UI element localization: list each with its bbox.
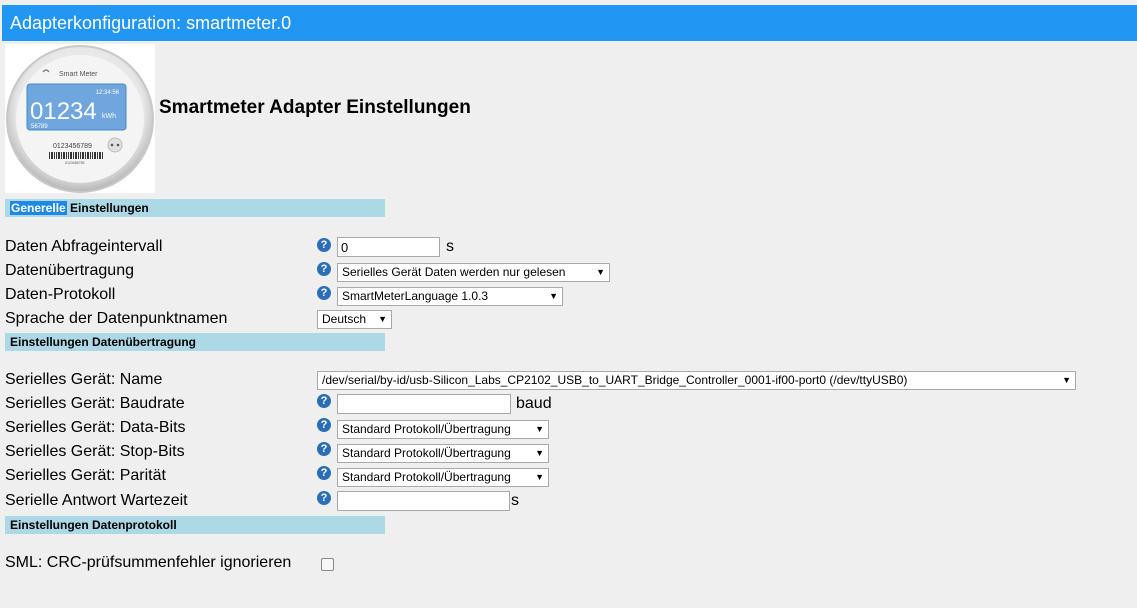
transfer-label: Datenübertragung: [5, 262, 134, 279]
interval-input[interactable]: [337, 237, 440, 257]
databits-select[interactable]: Standard Protokoll/Übertragung ▼: [337, 420, 549, 439]
section-general-rest: Einstellungen: [66, 201, 149, 215]
interval-label: Daten Abfrageintervall: [5, 238, 163, 255]
help-icon[interactable]: ?: [317, 238, 331, 252]
device-select-value: /dev/serial/by-id/usb-Silicon_Labs_CP210…: [322, 373, 908, 387]
stopbits-select-value: Standard Protokoll/Übertragung: [342, 446, 511, 460]
parity-label: Serielles Gerät: Parität: [5, 467, 166, 484]
wait-label: Serielle Antwort Wartezeit: [5, 492, 188, 509]
device-select[interactable]: /dev/serial/by-id/usb-Silicon_Labs_CP210…: [317, 371, 1076, 390]
dropdown-arrow-icon: ▼: [535, 424, 544, 434]
logo-brand: Smart Meter: [59, 71, 98, 78]
logo-subreading: 56789: [31, 124, 48, 130]
device-label: Serielles Gerät: Name: [5, 371, 163, 388]
section-protocol-header: Einstellungen Datenprotokoll: [5, 516, 385, 534]
baud-input[interactable]: [337, 394, 511, 414]
adapter-config-page: Adapterkonfiguration: smartmeter.0 Smart…: [0, 0, 1137, 608]
help-icon[interactable]: ?: [317, 466, 331, 480]
dropdown-arrow-icon: ▼: [549, 291, 558, 301]
page-title: Smartmeter Adapter Einstellungen: [159, 97, 471, 118]
protocol-select-value: SmartMeterLanguage 1.0.3: [342, 289, 489, 303]
protocol-select[interactable]: SmartMeterLanguage 1.0.3 ▼: [337, 287, 563, 306]
crc-label: SML: CRC-prüfsummenfehler ignorieren: [5, 554, 292, 571]
transfer-select-value: Serielles Gerät Daten werden nur gelesen: [342, 265, 566, 279]
help-icon[interactable]: ?: [317, 418, 331, 432]
baud-label: Serielles Gerät: Baudrate: [5, 395, 185, 412]
stopbits-select[interactable]: Standard Protokoll/Übertragung ▼: [337, 444, 549, 463]
wait-input[interactable]: [337, 491, 510, 511]
smartmeter-logo: Smart Meter 12:34:56 01234 kWh 56789 012…: [5, 44, 155, 193]
logo-serial: 0123456789: [53, 143, 92, 150]
wait-unit: s: [511, 492, 519, 509]
section-transfer-label: Einstellungen Datenübertragung: [10, 335, 197, 349]
language-label: Sprache der Datenpunktnamen: [5, 310, 228, 327]
dropdown-arrow-icon: ▼: [535, 472, 544, 482]
crc-checkbox[interactable]: [321, 558, 334, 571]
baud-unit: baud: [516, 395, 552, 412]
dropdown-arrow-icon: ▼: [378, 314, 387, 324]
help-icon[interactable]: ?: [317, 262, 331, 276]
logo-reading: 01234: [30, 98, 97, 125]
window-title: Adapterkonfiguration: smartmeter.0: [2, 5, 1137, 41]
logo-barcode-text: 0123456789: [65, 161, 85, 165]
help-icon[interactable]: ?: [317, 394, 331, 408]
databits-select-value: Standard Protokoll/Übertragung: [342, 422, 511, 436]
protocol-label: Daten-Protokoll: [5, 286, 116, 303]
section-general-highlight: Generelle: [10, 201, 67, 215]
stopbits-label: Serielles Gerät: Stop-Bits: [5, 443, 185, 460]
dropdown-arrow-icon: ▼: [1062, 375, 1071, 385]
language-select-value: Deutsch: [322, 312, 367, 326]
section-general-header: Generelle Einstellungen: [5, 199, 385, 217]
section-protocol-label: Einstellungen Datenprotokoll: [10, 518, 177, 532]
databits-label: Serielles Gerät: Data-Bits: [5, 419, 186, 436]
dropdown-arrow-icon: ▼: [535, 448, 544, 458]
help-icon[interactable]: ?: [317, 442, 331, 456]
transfer-select[interactable]: Serielles Gerät Daten werden nur gelesen…: [337, 263, 610, 282]
help-icon[interactable]: ?: [317, 491, 331, 505]
language-select[interactable]: Deutsch ▼: [317, 310, 392, 329]
dropdown-arrow-icon: ▼: [596, 267, 605, 277]
parity-select[interactable]: Standard Protokoll/Übertragung ▼: [337, 468, 549, 487]
logo-time: 12:34:56: [96, 90, 120, 96]
interval-unit: s: [446, 238, 454, 255]
logo-unit: kWh: [102, 113, 116, 120]
parity-select-value: Standard Protokoll/Übertragung: [342, 470, 511, 484]
section-transfer-header: Einstellungen Datenübertragung: [5, 333, 385, 351]
help-icon[interactable]: ?: [317, 286, 331, 300]
